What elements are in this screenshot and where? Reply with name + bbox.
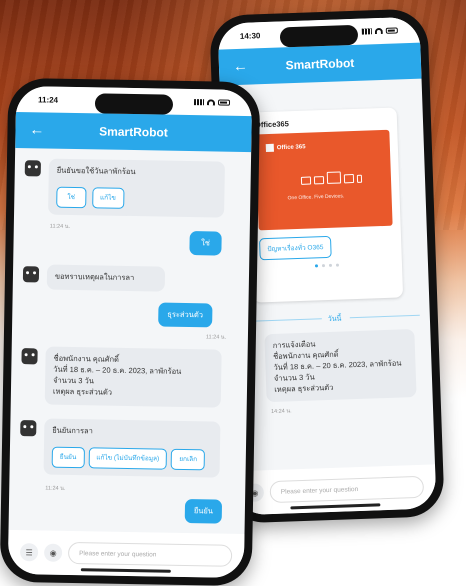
user-bubble: ธุระส่วนตัว [158, 302, 213, 328]
app-title: SmartRobot [99, 124, 168, 140]
wifi-icon [374, 27, 383, 35]
office365-banner[interactable]: Office 365 One Office. Five Devices. [255, 129, 393, 231]
notch [279, 24, 359, 48]
app-bar: ← SmartRobot [15, 111, 252, 153]
back-arrow-icon[interactable]: ← [29, 121, 47, 139]
robot-avatar-icon [24, 160, 41, 177]
devices-illustration [300, 171, 363, 185]
bot-message: ชื่อพนักงาน คุณศักดิ์ วันที่ 18 ธ.ค. – 2… [21, 346, 222, 408]
app-bar: ← SmartRobot [218, 42, 422, 86]
carousel-dot[interactable] [328, 263, 333, 267]
timestamp: 14:24 น. [270, 408, 292, 416]
bot-message: ยืนยันการลา ยืนยัน แก้ไข (ไม่บันทึกข้อมูล… [19, 418, 221, 478]
confirm-button[interactable]: ยืนยัน [51, 446, 85, 469]
bot-bubble: ขอทราบเหตุผลในการลา [46, 264, 166, 292]
card-title: Office365 [254, 119, 289, 130]
carousel-dots [252, 261, 402, 269]
status-time: 14:30 [239, 30, 261, 41]
bot-text: ยืนยันขอใช้วันลาพักร้อน [56, 165, 136, 177]
yes-button[interactable]: ใช่ [56, 186, 87, 209]
carousel-dot[interactable] [321, 264, 326, 268]
bot-message: ขอทราบเหตุผลในการลา [22, 264, 166, 292]
front-phone: 11:24 ← SmartRobot ยืนยันขอใช้วันลาพักร้… [0, 77, 261, 586]
signal-icon [361, 28, 372, 35]
cancel-button[interactable]: ยกเลิก [171, 448, 206, 471]
message-input[interactable]: Please enter your question [269, 475, 425, 504]
battery-icon [385, 27, 398, 34]
user-bubble: ใช่ [189, 231, 222, 256]
date-divider-right [349, 314, 420, 319]
bot-message: ยืนยันขอใช้วันลาพักร้อน ใช่ แก้ไข [24, 158, 225, 218]
robot-avatar-icon [21, 348, 38, 365]
edit-no-save-button[interactable]: แก้ไข (ไม่บันทึกข้อมูล) [88, 447, 168, 470]
office365-card[interactable]: Office365 Office 365 One Office. Five De… [246, 107, 404, 303]
battery-icon [217, 99, 231, 106]
timestamp: 11:24 น. [45, 485, 66, 492]
summary-reason: เหตุผล ธุระส่วนตัว [52, 386, 113, 397]
timestamp: 11:24 น. [49, 223, 71, 230]
office-tagline: One Office. Five Devices. [287, 193, 345, 202]
status-time: 11:24 [37, 94, 59, 105]
robot-avatar-icon [20, 420, 37, 437]
robot-avatar-icon [22, 266, 40, 283]
wifi-icon [206, 99, 216, 106]
carousel-dot[interactable] [335, 263, 340, 267]
status-icons [193, 99, 231, 106]
bot-bubble: ยืนยันขอใช้วันลาพักร้อน ใช่ แก้ไข [48, 158, 225, 218]
office-logo: Office 365 [265, 143, 306, 153]
notification-bubble: การแจ้งเตือน ชื่อพนักงาน คุณศักดิ์ วันที… [264, 328, 417, 403]
front-phone-screen: 11:24 ← SmartRobot ยืนยันขอใช้วันลาพักร้… [7, 85, 253, 579]
timestamp: 11:24 น. [205, 334, 227, 341]
signal-icon [193, 99, 205, 106]
microphone-icon[interactable]: ◉ [43, 543, 63, 562]
edit-button[interactable]: แก้ไข [91, 187, 125, 210]
user-bubble: ยืนยัน [184, 498, 223, 524]
menu-icon[interactable]: ☰ [19, 543, 39, 562]
bot-text: ขอทราบเหตุผลในการลา [54, 271, 135, 283]
bot-bubble: ยืนยันการลา ยืนยัน แก้ไข (ไม่บันทึกข้อมูล… [43, 418, 221, 478]
bot-text: ยืนยันการลา [52, 425, 93, 436]
bot-bubble: ชื่อพนักงาน คุณศักดิ์ วันที่ 18 ธ.ค. – 2… [44, 346, 222, 408]
message-input[interactable]: Please enter your question [67, 541, 233, 567]
notch [94, 93, 174, 115]
app-title: SmartRobot [285, 55, 355, 73]
back-arrow-icon[interactable]: ← [233, 58, 252, 77]
carousel-dot[interactable] [314, 264, 319, 268]
date-divider-label: วันนี้ [327, 315, 342, 324]
o365-issue-button[interactable]: ปัญหาเรื่องทั่ว O365 [258, 235, 332, 261]
status-icons [361, 27, 398, 35]
chat-messages: ยืนยันขอใช้วันลาพักร้อน ใช่ แก้ไข 11:24 … [9, 148, 252, 534]
